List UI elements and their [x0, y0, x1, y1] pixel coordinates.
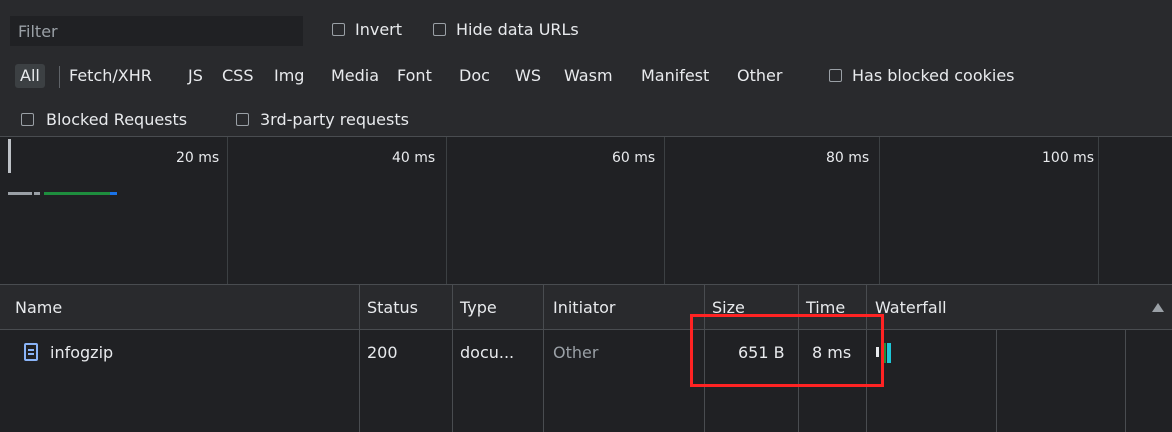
column-divider: [359, 376, 360, 432]
hide-data-urls-label: Hide data URLs: [456, 20, 579, 39]
waterfall-gridline: [996, 376, 997, 432]
waterfall-gridline: [1125, 330, 1126, 376]
column-header-type[interactable]: Type: [460, 285, 497, 331]
invert-label: Invert: [355, 20, 403, 39]
type-filter-fetch-xhr[interactable]: Fetch/XHR: [69, 66, 152, 86]
gridline: [227, 137, 228, 285]
requests-table-header: Name Status Type Initiator Size Time Wat…: [0, 284, 1172, 331]
has-blocked-cookies-checkbox[interactable]: [829, 69, 842, 82]
type-filter-wasm[interactable]: Wasm: [564, 66, 613, 86]
column-divider: [543, 330, 544, 376]
type-filter-doc[interactable]: Doc: [459, 66, 490, 86]
network-toolbar: Invert Hide data URLs All Fetch/XHR JS C…: [0, 0, 1172, 136]
type-filter-manifest[interactable]: Manifest: [641, 66, 709, 86]
column-divider[interactable]: [452, 285, 453, 331]
sort-ascending-icon[interactable]: [1152, 303, 1164, 312]
type-filter-js[interactable]: JS: [188, 66, 203, 86]
gridline: [664, 137, 665, 285]
tick-label: 80 ms: [826, 150, 870, 166]
waterfall-gridline: [1125, 376, 1126, 432]
gridline: [1098, 137, 1099, 285]
type-filter-ws[interactable]: WS: [515, 66, 541, 86]
waterfall-bar-download[interactable]: [887, 343, 891, 363]
timeline-overview[interactable]: 20 ms 40 ms 60 ms 80 ms 100 ms: [0, 136, 1172, 285]
column-divider[interactable]: [359, 285, 360, 331]
type-filter-other[interactable]: Other: [737, 66, 782, 86]
blocked-requests-checkbox[interactable]: [21, 113, 34, 126]
column-header-status[interactable]: Status: [367, 285, 418, 331]
gridline: [446, 137, 447, 285]
type-filter-divider: [59, 66, 60, 88]
gridline: [879, 137, 880, 285]
request-type: docu...: [460, 343, 515, 362]
column-divider: [452, 330, 453, 376]
invert-checkbox[interactable]: [332, 23, 345, 36]
type-filter-css[interactable]: CSS: [222, 66, 253, 86]
highlight-annotation: [690, 314, 884, 387]
column-header-name[interactable]: Name: [15, 285, 62, 331]
column-header-waterfall[interactable]: Waterfall: [875, 285, 947, 331]
type-filter-img[interactable]: Img: [274, 66, 304, 86]
request-initiator: Other: [553, 343, 599, 362]
column-divider: [452, 376, 453, 432]
column-divider: [359, 330, 360, 376]
blocked-requests-label: Blocked Requests: [46, 110, 188, 129]
overview-bar-waiting: [44, 192, 110, 195]
type-filter-all[interactable]: All: [15, 64, 45, 88]
tick-label: 100 ms: [1042, 150, 1095, 166]
request-name[interactable]: infogzip: [50, 330, 113, 376]
filter-input[interactable]: [10, 16, 303, 46]
overview-bar-stalled: [34, 192, 40, 195]
waterfall-gridline: [996, 330, 997, 376]
type-filter-media[interactable]: Media: [331, 66, 379, 86]
type-filter-font[interactable]: Font: [397, 66, 432, 86]
column-header-initiator[interactable]: Initiator: [553, 285, 615, 331]
third-party-requests-label: 3rd-party requests: [260, 110, 409, 129]
has-blocked-cookies-label: Has blocked cookies: [852, 66, 1015, 85]
overview-bar-queue: [8, 192, 32, 195]
table-empty-area: [0, 376, 1172, 432]
tick-label: 20 ms: [176, 150, 220, 166]
column-divider: [543, 376, 544, 432]
table-row[interactable]: infogzip 200 docu... Other 651 B 8 ms: [0, 330, 1172, 376]
document-icon: [24, 343, 38, 361]
column-divider[interactable]: [543, 285, 544, 331]
tick-label: 60 ms: [612, 150, 656, 166]
request-status: 200: [367, 343, 398, 362]
third-party-requests-checkbox[interactable]: [236, 113, 249, 126]
hide-data-urls-checkbox[interactable]: [433, 23, 446, 36]
timeline-handle-left[interactable]: [8, 139, 11, 173]
overview-bar-download: [110, 192, 117, 195]
tick-label: 40 ms: [392, 150, 436, 166]
